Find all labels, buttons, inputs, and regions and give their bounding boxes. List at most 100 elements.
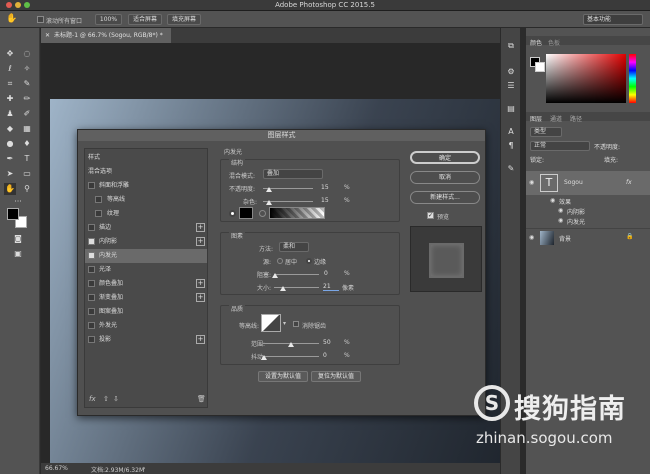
choke-value[interactable]: 0	[324, 270, 328, 277]
add-icon[interactable]: +	[196, 223, 205, 232]
pen-tool-icon[interactable]: ✒	[4, 153, 16, 165]
style-item-bevel[interactable]: 斜面和浮雕	[85, 179, 207, 193]
screen-mode-icon[interactable]: ▣	[12, 248, 24, 260]
shape-tool-icon[interactable]: ▭	[21, 168, 33, 180]
hand-tool-icon[interactable]: ✋	[6, 14, 17, 24]
contour-picker[interactable]	[261, 314, 281, 332]
checkbox[interactable]	[88, 224, 95, 231]
jitter-slider[interactable]	[263, 356, 319, 357]
close-tab-icon[interactable]: ✕	[45, 32, 50, 39]
style-item-satin[interactable]: 光泽	[85, 263, 207, 277]
eye-icon[interactable]: ◉	[550, 197, 555, 204]
hand-tool-icon[interactable]: ✋	[4, 183, 16, 195]
style-item-stroke[interactable]: 描边 +	[85, 221, 207, 235]
ok-button[interactable]: 确定	[410, 151, 480, 164]
glow-blend-mode-select[interactable]: 叠加	[263, 169, 323, 179]
zoom-tool-icon[interactable]: ⚲	[21, 183, 33, 195]
style-item-outer-glow[interactable]: 外发光	[85, 319, 207, 333]
style-item-inner-glow[interactable]: 内发光	[85, 249, 207, 263]
eye-icon[interactable]: ◉	[529, 179, 534, 186]
layer-row-text[interactable]: ◉ T Sogou fx	[526, 171, 650, 195]
more-tools-icon[interactable]: ···	[12, 196, 24, 208]
tab-color[interactable]: 颜色	[530, 38, 542, 47]
checkbox[interactable]	[88, 294, 95, 301]
checkbox[interactable]	[88, 336, 95, 343]
blend-options-item[interactable]: 混合选项	[85, 165, 207, 179]
layer-effect-inner-glow[interactable]: ◉ 内发光	[526, 216, 650, 226]
styles-header[interactable]: 样式	[85, 151, 207, 165]
background-color-chip[interactable]	[535, 62, 545, 72]
noise-value[interactable]: 15	[321, 197, 329, 204]
history-panel-icon[interactable]: ⧉	[505, 40, 517, 52]
type-tool-icon[interactable]: T	[21, 153, 33, 165]
color-picker-field[interactable]	[546, 54, 626, 103]
preview-checkbox[interactable]: ✓	[427, 212, 434, 219]
blur-tool-icon[interactable]: ●	[4, 138, 16, 150]
checkbox-checked[interactable]	[88, 238, 95, 245]
crop-tool-icon[interactable]: ⌗	[4, 78, 16, 90]
make-default-button[interactable]: 设置为默认值	[258, 371, 308, 382]
layer-effect-inner-shadow[interactable]: ◉ 内阴影	[526, 206, 650, 216]
antialias-checkbox[interactable]	[293, 321, 299, 327]
zoom-level[interactable]: 66.67%	[45, 465, 68, 472]
tab-swatches[interactable]: 色板	[548, 38, 560, 47]
workspace-select[interactable]: 基本功能	[583, 14, 643, 25]
choke-slider[interactable]	[274, 274, 319, 275]
color-radio-selected[interactable]	[229, 210, 236, 217]
fx-icon[interactable]: fx	[626, 179, 632, 186]
reset-default-button[interactable]: 复位为默认值	[311, 371, 361, 382]
range-knob[interactable]	[288, 342, 294, 347]
checkbox[interactable]	[95, 210, 102, 217]
glow-color-swatch[interactable]	[239, 207, 253, 219]
paragraph-panel-icon[interactable]: ¶	[505, 140, 517, 152]
size-value[interactable]: 21	[323, 283, 339, 291]
noise-knob[interactable]	[266, 200, 272, 205]
new-style-button[interactable]: 新建样式...	[410, 191, 480, 204]
jitter-knob[interactable]	[261, 355, 267, 360]
eye-icon[interactable]: ◉	[558, 217, 563, 224]
add-icon[interactable]: +	[196, 335, 205, 344]
center-radio[interactable]	[277, 258, 283, 264]
style-item-texture[interactable]: 纹理	[85, 207, 207, 221]
fill-screen-button[interactable]: 填充屏幕	[167, 14, 201, 25]
style-item-contour[interactable]: 等高线	[85, 193, 207, 207]
style-item-pattern-overlay[interactable]: 图案叠加	[85, 305, 207, 319]
gradient-tool-icon[interactable]: ▦	[21, 123, 33, 135]
status-arrow-icon[interactable]: ›	[143, 465, 145, 472]
checkbox[interactable]	[88, 280, 95, 287]
layer-row-background[interactable]: ◉ 背景 🔒	[526, 228, 650, 246]
adjust-panel-icon[interactable]: ☰	[505, 80, 517, 92]
style-item-inner-shadow[interactable]: 内阴影 +	[85, 235, 207, 249]
eyedropper-icon[interactable]: ✎	[21, 78, 33, 90]
blend-mode-select[interactable]: 正常	[530, 141, 590, 151]
checkbox[interactable]	[95, 196, 102, 203]
properties-panel-icon[interactable]: ⚙	[505, 66, 517, 78]
jitter-value[interactable]: 0	[323, 352, 327, 359]
range-value[interactable]: 50	[323, 339, 331, 346]
marquee-tool-icon[interactable]: ◌	[21, 48, 33, 60]
quick-mask-icon[interactable]: ◙	[12, 233, 24, 245]
scroll-all-checkbox[interactable]	[37, 16, 44, 23]
tab-paths[interactable]: 路径	[570, 114, 582, 123]
eye-icon[interactable]: ◉	[558, 207, 563, 214]
history-brush-icon[interactable]: ✐	[21, 108, 33, 120]
character-panel-icon[interactable]: A	[505, 126, 517, 138]
eraser-tool-icon[interactable]: ◆	[4, 123, 16, 135]
healing-brush-icon[interactable]: ✚	[4, 93, 16, 105]
glow-gradient-swatch[interactable]	[269, 207, 325, 219]
path-selection-icon[interactable]: ➤	[4, 168, 16, 180]
layer-name[interactable]: Sogou	[564, 179, 583, 186]
choke-knob[interactable]	[272, 273, 278, 278]
layer-effects-row[interactable]: ◉ 效果	[526, 196, 650, 206]
opacity-value[interactable]: 15	[321, 184, 329, 191]
checkbox-checked[interactable]	[88, 252, 95, 259]
checkbox[interactable]	[88, 308, 95, 315]
style-item-drop-shadow[interactable]: 投影 +	[85, 333, 207, 347]
edge-radio-selected[interactable]	[306, 258, 312, 264]
checkbox[interactable]	[88, 266, 95, 273]
move-down-icon[interactable]: ⇩	[113, 395, 119, 403]
brush-tool-icon[interactable]: ✏	[21, 93, 33, 105]
trash-icon[interactable]: 🗑	[197, 395, 206, 403]
layer-filter-select[interactable]: 类型	[530, 127, 562, 137]
eye-icon[interactable]: ◉	[529, 234, 534, 241]
